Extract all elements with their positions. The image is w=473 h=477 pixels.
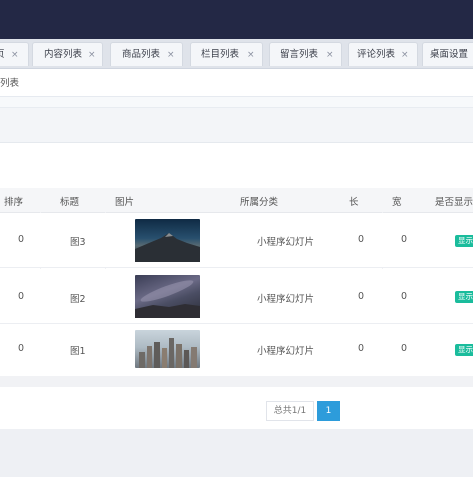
close-icon[interactable]: × bbox=[247, 43, 255, 66]
category-value: 小程序幻灯片 bbox=[257, 346, 315, 357]
breadcrumb: 列表 bbox=[0, 78, 20, 89]
city-skyline-photo bbox=[135, 330, 200, 368]
show-status-badge[interactable]: 显示 bbox=[455, 291, 473, 303]
show-status-badge[interactable]: 显示 bbox=[455, 235, 473, 247]
pagination-info: 总共1/1 bbox=[266, 401, 314, 421]
mountain-silhouette-icon bbox=[135, 233, 200, 262]
tab-message-list[interactable]: 留言列表 × bbox=[269, 42, 342, 66]
tab-label: 内容列表 bbox=[44, 49, 83, 60]
tab-content-list[interactable]: 内容列表 × bbox=[32, 42, 103, 66]
table-header: 排序 标题 图片 所属分类 长 宽 是否显示 bbox=[0, 188, 473, 213]
category-value: 小程序幻灯片 bbox=[257, 237, 315, 248]
close-icon[interactable]: × bbox=[88, 43, 96, 66]
tab-label: 页 bbox=[0, 43, 5, 66]
milky-way-photo bbox=[135, 275, 200, 318]
tab-label: 商品列表 bbox=[122, 49, 161, 60]
show-status-badge[interactable]: 显示 bbox=[455, 344, 473, 356]
header-image: 图片 bbox=[115, 197, 135, 208]
close-icon[interactable]: × bbox=[167, 43, 175, 66]
tab-product-list[interactable]: 商品列表 × bbox=[110, 42, 183, 66]
tab-bar: 页 × 内容列表 × 商品列表 × 栏目列表 × 留言列表 × 评论列表 × 桌… bbox=[0, 39, 473, 69]
header-category: 所属分类 bbox=[240, 197, 279, 208]
tab-label: 留言列表 bbox=[280, 49, 319, 60]
length-value: 0 bbox=[358, 234, 365, 245]
header-sort: 排序 bbox=[4, 197, 24, 208]
length-value: 0 bbox=[358, 343, 365, 354]
tab-label: 桌面设置 bbox=[430, 49, 469, 60]
width-value: 0 bbox=[401, 343, 408, 354]
width-value: 0 bbox=[401, 234, 408, 245]
tab-label: 评论列表 bbox=[357, 49, 396, 60]
header-width: 宽 bbox=[392, 197, 402, 208]
page-footer-area bbox=[0, 429, 473, 477]
table-scroll-shadow bbox=[0, 376, 473, 387]
close-icon[interactable]: × bbox=[11, 43, 19, 66]
mountain-night-photo bbox=[135, 219, 200, 262]
breadcrumb-bar: 列表 bbox=[0, 69, 473, 97]
header-show: 是否显示 bbox=[435, 197, 473, 208]
length-value: 0 bbox=[358, 291, 365, 302]
tab-column-list[interactable]: 栏目列表 × bbox=[190, 42, 263, 66]
tab-label: 栏目列表 bbox=[201, 49, 240, 60]
close-icon[interactable]: × bbox=[401, 43, 409, 66]
title-value: 图3 bbox=[70, 237, 86, 248]
city-skyline-icon bbox=[139, 338, 197, 368]
title-value: 图1 bbox=[70, 346, 86, 357]
tab-comment-list[interactable]: 评论列表 × bbox=[348, 42, 418, 66]
tab-home[interactable]: 页 × bbox=[0, 42, 29, 66]
night-sky-icon bbox=[135, 280, 200, 318]
title-value: 图2 bbox=[70, 294, 86, 305]
sort-value: 0 bbox=[18, 343, 25, 354]
sort-value: 0 bbox=[18, 291, 25, 302]
close-icon[interactable]: × bbox=[326, 43, 334, 66]
tab-desktop-settings[interactable]: 桌面设置 bbox=[422, 42, 473, 66]
filter-area bbox=[0, 108, 473, 143]
header-length: 长 bbox=[349, 197, 359, 208]
toolbar-strip bbox=[0, 97, 473, 108]
table-row: 0 图2 小程序幻灯片 0 0 显示 bbox=[0, 269, 473, 324]
header-title: 标题 bbox=[60, 197, 80, 208]
top-navigation-bar bbox=[0, 0, 473, 39]
table-row: 0 图1 小程序幻灯片 0 0 显示 bbox=[0, 324, 473, 377]
sort-value: 0 bbox=[18, 234, 25, 245]
width-value: 0 bbox=[401, 291, 408, 302]
pagination-page-button[interactable]: 1 bbox=[317, 401, 340, 421]
table-row: 0 图3 小程序幻灯片 0 0 显示 bbox=[0, 213, 473, 268]
category-value: 小程序幻灯片 bbox=[257, 294, 315, 305]
